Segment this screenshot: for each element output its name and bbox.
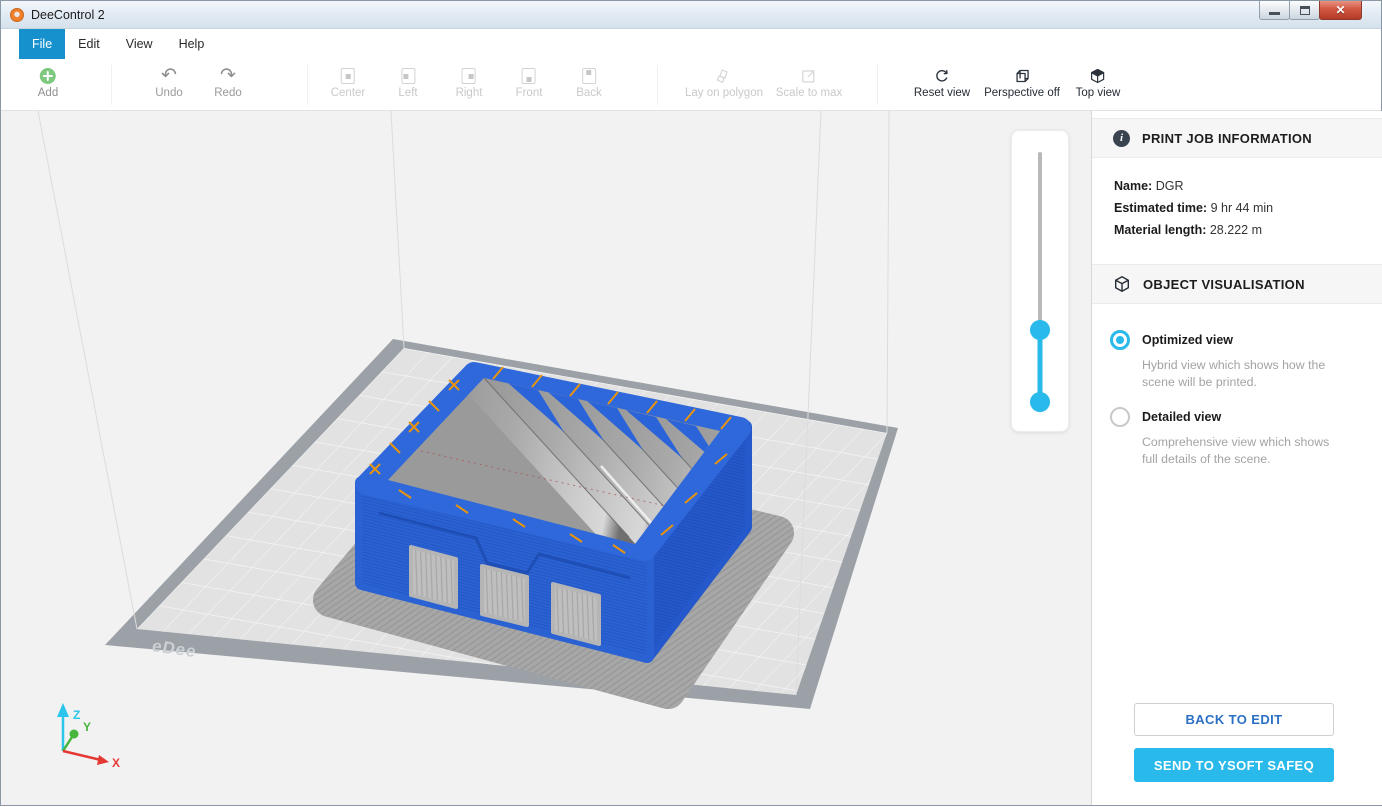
menu-file[interactable]: File	[19, 29, 65, 59]
option-optimized-view[interactable]: Optimized view Hybrid view which shows h…	[1110, 330, 1365, 391]
redo-icon: ↷	[214, 66, 242, 85]
detailed-view-label: Detailed view	[1142, 407, 1365, 427]
visualisation-section-header: OBJECT VISUALISATION	[1092, 264, 1382, 304]
name-label: Name:	[1114, 179, 1152, 193]
add-label: Add	[38, 87, 58, 99]
layer-slider-lower-handle[interactable]	[1030, 392, 1050, 412]
close-icon: ✕	[1335, 2, 1345, 19]
layer-slider-upper-handle[interactable]	[1030, 320, 1050, 340]
minimize-icon	[1269, 12, 1280, 15]
undo-icon: ↶	[155, 66, 183, 85]
maximize-button[interactable]	[1289, 1, 1320, 20]
estimated-time-label: Estimated time:	[1114, 201, 1207, 215]
side-panel: i PRINT JOB INFORMATION Name: DGR Estima…	[1091, 111, 1382, 805]
app-window: DeeControl 2 ✕ File Edit View Help Add ↶…	[0, 0, 1382, 806]
view-center-label: Center	[331, 87, 366, 99]
toolbar-separator	[111, 65, 112, 105]
scale-to-max-label: Scale to max	[776, 87, 842, 99]
maximize-icon	[1300, 6, 1310, 15]
print-job-material-row: Material length: 28.222 m	[1114, 219, 1273, 241]
menu-view[interactable]: View	[113, 29, 166, 59]
top-view-label: Top view	[1076, 87, 1121, 99]
window-title: DeeControl 2	[31, 8, 105, 22]
material-length-value: 28.222 m	[1210, 223, 1262, 237]
view-right-button[interactable]: Right	[456, 66, 483, 99]
view-left-label: Left	[398, 87, 417, 99]
print-job-info: Name: DGR Estimated time: 9 hr 44 min Ma…	[1114, 175, 1273, 241]
toolbar-separator	[657, 65, 658, 105]
lay-on-polygon-button[interactable]: Lay on polygon	[685, 66, 763, 99]
x-axis-label: X	[112, 756, 120, 770]
minimize-button[interactable]	[1259, 1, 1290, 20]
view-front-icon	[516, 66, 543, 85]
option-detailed-view[interactable]: Detailed view Comprehensive view which s…	[1110, 407, 1365, 468]
top-view-icon	[1076, 66, 1121, 85]
scale-to-max-button[interactable]: Scale to max	[776, 66, 842, 99]
axis-gizmo: Z Y X	[57, 703, 120, 770]
toolbar-separator	[877, 65, 878, 105]
scene-3d[interactable]: eDee	[1, 111, 1091, 807]
add-button[interactable]: Add	[38, 66, 58, 99]
top-view-button[interactable]: Top view	[1076, 66, 1121, 99]
z-axis-arrow	[57, 703, 69, 717]
y-axis-label: Y	[83, 720, 91, 734]
optimized-view-label: Optimized view	[1142, 330, 1365, 350]
view-right-label: Right	[456, 87, 483, 99]
title-bar: DeeControl 2 ✕	[1, 1, 1381, 29]
toolbar-separator	[307, 65, 308, 105]
y-axis-arrow	[70, 730, 79, 739]
view-front-button[interactable]: Front	[516, 66, 543, 99]
scale-to-max-icon	[776, 66, 842, 85]
visualisation-title: OBJECT VISUALISATION	[1143, 277, 1305, 292]
close-button[interactable]: ✕	[1319, 1, 1362, 20]
send-to-safeq-button[interactable]: SEND TO YSOFT SAFEQ	[1134, 748, 1334, 782]
menu-bar: File Edit View Help	[1, 29, 1381, 59]
optimized-view-radio[interactable]	[1110, 330, 1130, 350]
view-center-button[interactable]: Center	[331, 66, 366, 99]
redo-button[interactable]: ↷ Redo	[214, 66, 242, 99]
name-value: DGR	[1156, 179, 1184, 193]
lay-on-polygon-label: Lay on polygon	[685, 87, 763, 99]
back-to-edit-button[interactable]: BACK TO EDIT	[1134, 703, 1334, 736]
redo-label: Redo	[214, 87, 242, 99]
reset-view-icon	[914, 66, 970, 85]
toolbar: Add ↶ Undo ↷ Redo Center Left Right Fron…	[1, 59, 1381, 111]
perspective-off-label: Perspective off	[984, 87, 1060, 99]
viewport-3d[interactable]: eDee	[1, 111, 1091, 805]
info-icon: i	[1113, 130, 1130, 147]
menu-edit[interactable]: Edit	[65, 29, 113, 59]
lay-on-polygon-icon	[685, 66, 763, 85]
perspective-off-button[interactable]: Perspective off	[984, 66, 1060, 99]
print-job-name-row: Name: DGR	[1114, 175, 1273, 197]
material-length-label: Material length:	[1114, 223, 1206, 237]
layer-slider[interactable]	[1011, 130, 1069, 432]
menu-help[interactable]: Help	[166, 29, 218, 59]
view-back-label: Back	[576, 87, 602, 99]
view-back-button[interactable]: Back	[576, 66, 602, 99]
x-axis-arrow	[97, 755, 109, 765]
detailed-view-description: Comprehensive view which shows full deta…	[1142, 434, 1338, 468]
undo-label: Undo	[155, 87, 183, 99]
view-right-icon	[456, 66, 483, 85]
add-plus-icon	[38, 66, 58, 85]
view-front-label: Front	[516, 87, 543, 99]
reset-view-label: Reset view	[914, 87, 970, 99]
view-back-icon	[576, 66, 602, 85]
app-icon	[10, 8, 24, 22]
reset-view-button[interactable]: Reset view	[914, 66, 970, 99]
undo-button[interactable]: ↶ Undo	[155, 66, 183, 99]
view-left-button[interactable]: Left	[398, 66, 417, 99]
print-job-title: PRINT JOB INFORMATION	[1142, 131, 1312, 146]
detailed-view-radio[interactable]	[1110, 407, 1130, 427]
estimated-time-value: 9 hr 44 min	[1211, 201, 1274, 215]
view-left-icon	[398, 66, 417, 85]
view-center-icon	[331, 66, 366, 85]
print-job-time-row: Estimated time: 9 hr 44 min	[1114, 197, 1273, 219]
z-axis-label: Z	[73, 708, 80, 722]
perspective-off-icon	[984, 66, 1060, 85]
window-controls: ✕	[1260, 1, 1362, 20]
cube-icon	[1113, 275, 1131, 293]
print-job-section-header: i PRINT JOB INFORMATION	[1092, 118, 1382, 158]
optimized-view-description: Hybrid view which shows how the scene wi…	[1142, 357, 1338, 391]
